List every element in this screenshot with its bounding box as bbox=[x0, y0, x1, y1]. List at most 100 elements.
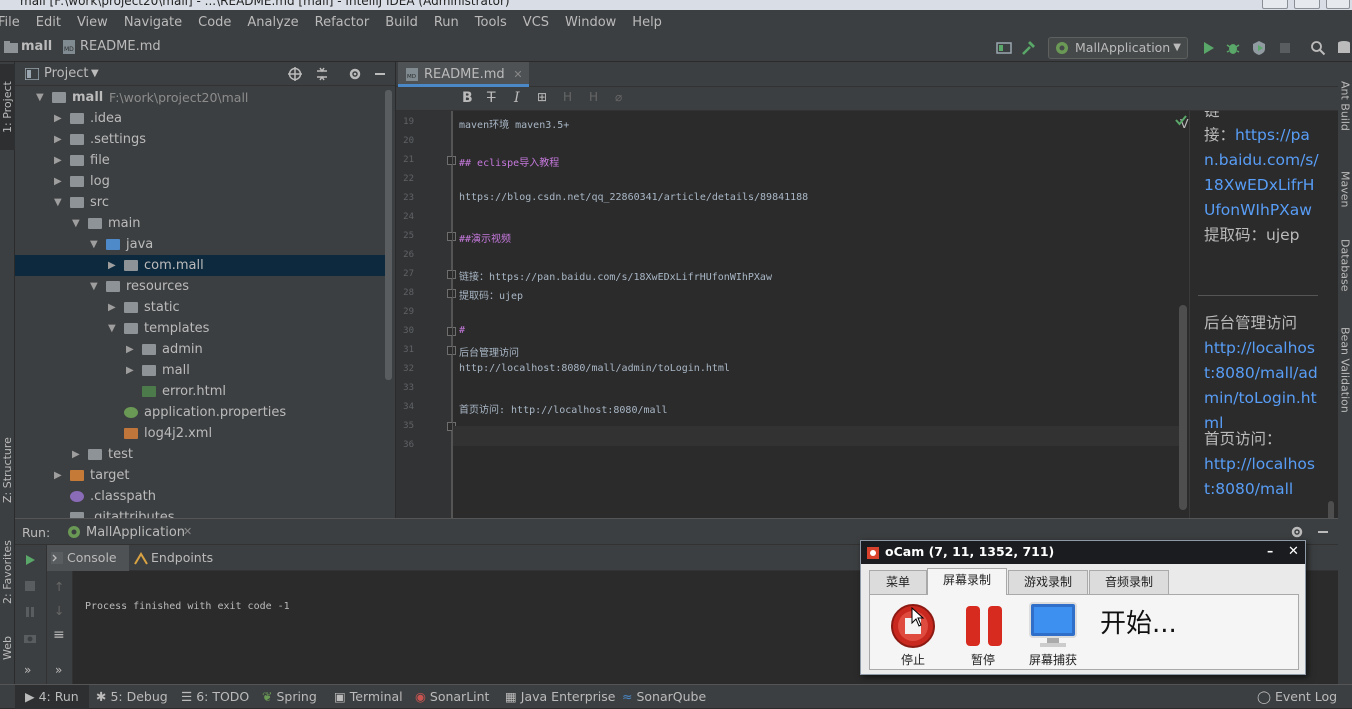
minimize-panel-icon[interactable] bbox=[1316, 525, 1330, 539]
locate-icon[interactable] bbox=[288, 67, 302, 81]
search-icon[interactable] bbox=[1310, 40, 1326, 56]
chevron-down-icon[interactable]: ▼ bbox=[90, 276, 100, 297]
bold-icon[interactable]: B bbox=[462, 90, 473, 106]
preview-scrollbar[interactable] bbox=[1328, 501, 1334, 518]
menu-view[interactable]: View bbox=[77, 15, 108, 30]
tree-item[interactable]: log4j2.xml bbox=[15, 423, 387, 444]
chevron-right-icon[interactable]: ▶ bbox=[54, 150, 64, 171]
tool-tab-structure[interactable]: Z: Structure bbox=[0, 430, 15, 510]
layout-icon[interactable] bbox=[996, 40, 1012, 56]
endpoints-tab[interactable]: Endpoints bbox=[131, 545, 231, 571]
menu-build[interactable]: Build bbox=[385, 15, 418, 30]
maximize-button[interactable] bbox=[1294, 0, 1320, 9]
breadcrumb-project[interactable]: mall bbox=[21, 39, 52, 54]
chevron-down-icon[interactable]: ▼ bbox=[72, 213, 82, 234]
tree-item[interactable]: ▼ resources bbox=[15, 276, 387, 297]
database-icon[interactable] bbox=[1336, 40, 1352, 56]
chevron-down-icon[interactable]: ▼ bbox=[90, 234, 100, 255]
tree-item[interactable]: ▼ mall F:\work\project20\mall bbox=[15, 87, 387, 108]
chevron-right-icon[interactable]: ▶ bbox=[126, 339, 136, 360]
bottom-tab-event-log[interactable]: ◯ Event Log bbox=[1257, 685, 1337, 709]
chevron-down-icon[interactable]: ▼ bbox=[91, 68, 99, 79]
menu-window[interactable]: Window bbox=[565, 15, 616, 30]
header-up-icon[interactable]: H bbox=[563, 90, 572, 104]
breadcrumb-file[interactable]: README.md bbox=[80, 39, 161, 54]
close-icon[interactable]: ✕ bbox=[513, 62, 522, 87]
header-down-icon[interactable]: H bbox=[589, 90, 598, 104]
minimize-icon[interactable]: – bbox=[1267, 540, 1273, 562]
minimize-panel-icon[interactable] bbox=[373, 67, 387, 81]
strikethrough-icon[interactable]: T bbox=[487, 90, 496, 106]
tree-item[interactable]: ▶ test bbox=[15, 444, 387, 465]
minimize-button[interactable] bbox=[1262, 0, 1288, 9]
tree-item[interactable]: ▶ target bbox=[15, 465, 387, 486]
close-icon[interactable]: ✕ bbox=[1288, 541, 1299, 563]
tree-item[interactable]: application.properties bbox=[15, 402, 387, 423]
bottom-tab-run[interactable]: ▶ 4: Run bbox=[15, 685, 89, 709]
run-icon[interactable] bbox=[1200, 40, 1216, 56]
run-config-tab[interactable]: MallApplication bbox=[86, 525, 185, 540]
project-panel-title[interactable]: Project bbox=[44, 66, 88, 81]
menu-file[interactable]: File bbox=[0, 15, 20, 30]
tool-tab-database[interactable]: Database bbox=[1338, 230, 1352, 300]
chevron-right-icon[interactable]: ▶ bbox=[126, 360, 136, 381]
tree-item[interactable]: .classpath bbox=[15, 486, 387, 507]
tree-item[interactable]: ▶ file bbox=[15, 150, 387, 171]
menu-edit[interactable]: Edit bbox=[36, 15, 61, 30]
menu-run[interactable]: Run bbox=[434, 15, 459, 30]
preview-link-home[interactable]: http://localhost:8080/mall bbox=[1204, 452, 1324, 502]
console-tab[interactable]: Console bbox=[47, 545, 129, 571]
chevron-right-icon[interactable]: ▶ bbox=[108, 297, 118, 318]
tree-item[interactable]: ▼ main bbox=[15, 213, 387, 234]
stop-icon[interactable] bbox=[1277, 40, 1293, 56]
ocam-tab-game-record[interactable]: 游戏录制 bbox=[1008, 570, 1088, 594]
tool-tab-project[interactable]: 1: Project bbox=[0, 64, 15, 150]
chevron-down-icon[interactable]: ▼ bbox=[36, 87, 46, 108]
ocam-tab-audio-record[interactable]: 音频录制 bbox=[1089, 570, 1169, 594]
debug-icon[interactable] bbox=[1225, 40, 1241, 56]
menu-navigate[interactable]: Navigate bbox=[124, 15, 182, 30]
editor-scrollbar[interactable] bbox=[1179, 305, 1187, 510]
chevron-right-icon[interactable]: ▶ bbox=[54, 465, 64, 486]
more-icon[interactable]: » bbox=[55, 663, 62, 677]
more-icon[interactable]: » bbox=[24, 663, 31, 677]
ocam-tab-menu[interactable]: 菜单 bbox=[869, 570, 927, 594]
ocam-tab-screen-record[interactable]: 屏幕录制 bbox=[927, 568, 1007, 595]
tool-tab-ant-build[interactable]: Ant Build bbox=[1338, 66, 1352, 146]
editor-text[interactable]: maven环境 maven3.5+ ## eclispe导入教程 https://b… bbox=[453, 111, 1181, 518]
pause-icon[interactable] bbox=[23, 605, 37, 619]
up-arrow-icon[interactable]: ↑ bbox=[54, 579, 64, 594]
gear-icon[interactable] bbox=[1290, 525, 1304, 539]
soft-wrap-icon[interactable]: ≡ bbox=[53, 627, 65, 643]
tree-item[interactable]: .gitattributes bbox=[15, 507, 387, 518]
run-config-select[interactable]: MallApplication ▼ bbox=[1048, 37, 1188, 59]
code-span-icon[interactable]: ⊞ bbox=[537, 90, 547, 104]
menu-code[interactable]: Code bbox=[198, 15, 231, 30]
menu-analyze[interactable]: Analyze bbox=[247, 15, 298, 30]
run-with-coverage-icon[interactable] bbox=[1251, 40, 1267, 56]
ocam-pause-button[interactable] bbox=[964, 604, 1004, 648]
gear-icon[interactable] bbox=[348, 67, 362, 81]
chevron-right-icon[interactable]: ▶ bbox=[108, 255, 118, 276]
tool-tab-maven[interactable]: Maven bbox=[1338, 154, 1352, 224]
menu-tools[interactable]: Tools bbox=[475, 15, 507, 30]
tree-item[interactable]: ▶ .idea bbox=[15, 108, 387, 129]
tree-item[interactable]: ▶ mall bbox=[15, 360, 387, 381]
bottom-tab-sonarqube[interactable]: ≈ SonarQube bbox=[622, 685, 706, 709]
tree-item[interactable]: ▼ templates bbox=[15, 318, 387, 339]
collapse-all-icon[interactable] bbox=[315, 67, 329, 81]
bottom-tab-todo[interactable]: ☰ 6: TODO bbox=[181, 685, 249, 709]
chevron-right-icon[interactable]: ▶ bbox=[72, 444, 82, 465]
tool-tab-favorites[interactable]: 2: Favorites bbox=[0, 532, 15, 612]
preview-link-admin[interactable]: http://localhost:8080/mall/admin/toLogin… bbox=[1204, 336, 1324, 436]
project-scrollbar[interactable] bbox=[385, 90, 392, 380]
editor-tab-readme[interactable]: MD README.md ✕ bbox=[398, 62, 529, 87]
camera-icon[interactable] bbox=[23, 631, 37, 645]
bottom-tab-debug[interactable]: ✱ 5: Debug bbox=[96, 685, 168, 709]
tree-item[interactable]: ▶ .settings bbox=[15, 129, 387, 150]
tree-item[interactable]: ▼ src bbox=[15, 192, 387, 213]
bottom-tab-terminal[interactable]: ▣ Terminal bbox=[334, 685, 403, 709]
down-arrow-icon[interactable]: ↓ bbox=[54, 603, 64, 618]
tree-item[interactable]: ▶ static bbox=[15, 297, 387, 318]
close-icon[interactable]: ✕ bbox=[183, 525, 192, 538]
